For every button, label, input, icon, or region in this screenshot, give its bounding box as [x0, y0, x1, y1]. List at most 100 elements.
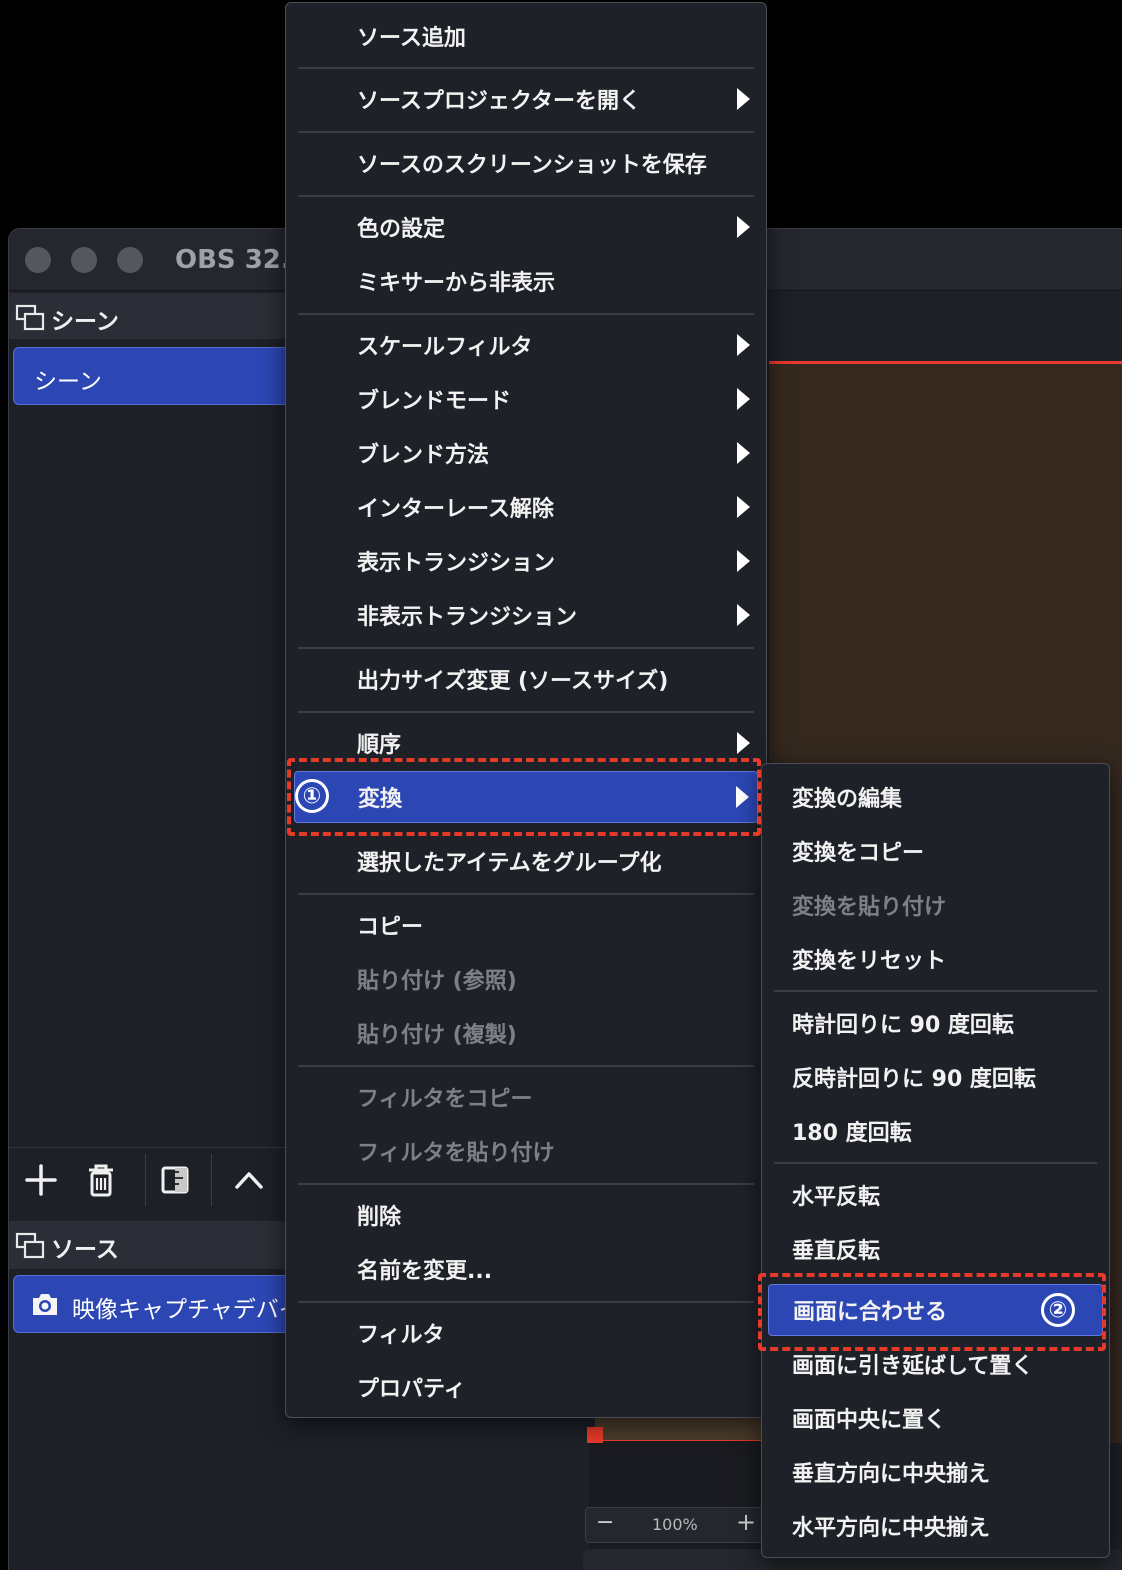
menu-item-delete[interactable]: 削除 [294, 1189, 758, 1241]
menu-item-open-source-projector[interactable]: ソースプロジェクターを開く [294, 73, 758, 125]
menu-item-label: 変換をリセット [792, 949, 947, 974]
menu-item-label: ソース追加 [357, 26, 466, 51]
submenu-arrow-icon [737, 604, 750, 626]
menu-item-hide-from-mixer[interactable]: ミキサーから非表示 [294, 255, 758, 307]
filter-icon[interactable] [155, 1160, 195, 1200]
sources-dock-header: ソース [9, 1221, 289, 1269]
menu-separator [298, 1183, 754, 1185]
scenes-dock-header: シーン [9, 293, 289, 341]
menu-item-label: 名前を変更... [357, 1259, 493, 1284]
add-icon[interactable] [21, 1160, 61, 1200]
submenu-arrow-icon [737, 496, 750, 518]
zoom-in-button[interactable]: + [736, 1508, 756, 1536]
menu-item-scale-filter[interactable]: スケールフィルタ [294, 319, 758, 371]
menu-item-copy[interactable]: コピー [294, 899, 758, 951]
menu-item-group-selected[interactable]: 選択したアイテムをグループ化 [294, 835, 758, 887]
menu-item-show-transition[interactable]: 表示トランジション [294, 535, 758, 587]
menu-item-label: 変換の編集 [792, 787, 903, 812]
submenu-arrow-icon [737, 388, 750, 410]
menu-item-blend-mode[interactable]: ブレンドモード [294, 373, 758, 425]
toolbar-separator [145, 1154, 146, 1206]
menu-item-label: 変換をコピー [792, 841, 925, 866]
menu-item-label: 時計回りに 90 度回転 [792, 1013, 1014, 1038]
zoom-control: − 100% + [585, 1507, 775, 1543]
menu-item-properties[interactable]: プロパティ [294, 1361, 758, 1413]
menu-item-label: ブレンドモード [357, 389, 512, 414]
menu-item-label: 削除 [357, 1205, 402, 1230]
menu-item-label: 180 度回転 [792, 1121, 912, 1146]
menu-item-blend-method[interactable]: ブレンド方法 [294, 427, 758, 479]
menu-separator [774, 990, 1097, 992]
menu-item-filters[interactable]: フィルタ [294, 1307, 758, 1359]
scene-list-item[interactable]: シーン [13, 347, 303, 405]
menu-item-resize-output[interactable]: 出力サイズ変更 (ソースサイズ) [294, 653, 758, 705]
submenu-item-rotate-180[interactable]: 180 度回転 [768, 1105, 1103, 1157]
submenu-item-copy-transform[interactable]: 変換をコピー [768, 825, 1103, 877]
transform-handle[interactable] [587, 1427, 603, 1443]
submenu-arrow-icon [737, 732, 750, 754]
menu-separator [298, 1301, 754, 1303]
dock-icon [15, 304, 45, 331]
menu-item-label: プロパティ [357, 1377, 466, 1402]
trash-icon[interactable] [81, 1160, 121, 1200]
menu-item-label: コピー [357, 915, 424, 940]
menu-item-label: 画面に引き延ばして置く [792, 1354, 1034, 1379]
menu-item-label: 表示トランジション [357, 551, 556, 576]
submenu-item-reset-transform[interactable]: 変換をリセット [768, 933, 1103, 985]
menu-item-label: フィルタを貼り付け [357, 1141, 555, 1166]
menu-item-add-source[interactable]: ソース追加 [294, 10, 758, 62]
menu-separator [298, 893, 754, 895]
preview-source-strip [595, 1415, 785, 1443]
menu-item-hide-transition[interactable]: 非表示トランジション [294, 589, 758, 641]
menu-item-label: フィルタをコピー [357, 1087, 533, 1112]
minimize-window-button[interactable] [71, 247, 97, 273]
menu-item-label: 変換を貼り付け [792, 895, 947, 920]
submenu-item-flip-vertical[interactable]: 垂直反転 [768, 1223, 1103, 1275]
menu-item-label: 選択したアイテムをグループ化 [357, 851, 662, 876]
menu-separator [774, 1162, 1097, 1164]
submenu-item-edit-transform[interactable]: 変換の編集 [768, 771, 1103, 823]
camera-icon [33, 1294, 57, 1315]
dock-icon [15, 1232, 45, 1259]
menu-item-label: 色の設定 [357, 217, 446, 242]
zoom-out-button[interactable]: − [596, 1510, 614, 1535]
scene-item-label: シーン [34, 369, 102, 395]
menu-separator [298, 131, 754, 133]
submenu-item-center-to-screen[interactable]: 画面中央に置く [768, 1392, 1103, 1444]
submenu-arrow-icon [737, 216, 750, 238]
menu-item-save-screenshot[interactable]: ソースのスクリーンショットを保存 [294, 137, 758, 189]
zoom-level: 100% [652, 1515, 698, 1534]
menu-item-label: フィルタ [357, 1323, 445, 1348]
menu-item-label: ミキサーから非表示 [357, 271, 556, 296]
submenu-arrow-icon [737, 88, 750, 110]
menu-item-label: 水平方向に中央揃え [792, 1516, 991, 1541]
menu-item-label: 順序 [357, 733, 402, 758]
source-context-menu: ソース追加 ソースプロジェクターを開く ソースのスクリーンショットを保存 色の設… [285, 2, 767, 1418]
menu-item-label: ソースのスクリーンショットを保存 [357, 153, 707, 178]
menu-separator [298, 711, 754, 713]
submenu-item-flip-horizontal[interactable]: 水平反転 [768, 1169, 1103, 1221]
submenu-item-center-horizontally[interactable]: 水平方向に中央揃え [768, 1500, 1103, 1552]
menu-item-paste-reference: 貼り付け (参照) [294, 953, 758, 1005]
menu-item-color-settings[interactable]: 色の設定 [294, 201, 758, 253]
submenu-item-rotate-ccw[interactable]: 反時計回りに 90 度回転 [768, 1051, 1103, 1103]
menu-item-label: インターレース解除 [357, 497, 554, 522]
chevron-up-icon[interactable] [229, 1160, 269, 1200]
zoom-window-button[interactable] [117, 247, 143, 273]
menu-item-deinterlace[interactable]: インターレース解除 [294, 481, 758, 533]
close-window-button[interactable] [25, 247, 51, 273]
step2-badge: ② [1041, 1293, 1075, 1327]
step1-badge: ① [295, 779, 329, 813]
menu-item-paste-duplicate: 貼り付け (複製) [294, 1007, 758, 1059]
menu-item-rename[interactable]: 名前を変更... [294, 1243, 758, 1295]
menu-separator [298, 1065, 754, 1067]
submenu-item-center-vertically[interactable]: 垂直方向に中央揃え [768, 1446, 1103, 1498]
submenu-item-paste-transform: 変換を貼り付け [768, 879, 1103, 931]
menu-item-label: 貼り付け (参照) [357, 969, 517, 994]
menu-item-label: 非表示トランジション [357, 605, 578, 630]
menu-item-label: 反時計回りに 90 度回転 [792, 1067, 1036, 1092]
source-list-item[interactable]: 映像キャプチャデバイ [13, 1275, 303, 1333]
submenu-item-rotate-cw[interactable]: 時計回りに 90 度回転 [768, 997, 1103, 1049]
scene-list[interactable]: シーン [9, 339, 303, 1149]
sources-dock-title: ソース [51, 1237, 119, 1263]
